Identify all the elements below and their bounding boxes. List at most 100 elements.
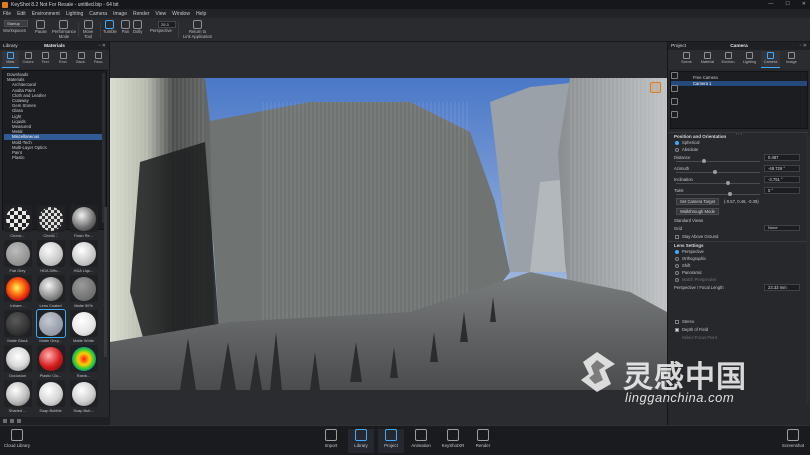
tab-environments[interactable]: Envi.: [55, 51, 72, 68]
view-list-icon[interactable]: [10, 419, 14, 423]
material-thumb[interactable]: Shaded ...: [2, 380, 33, 414]
azimuth-slider[interactable]: [676, 172, 760, 173]
material-thumb-selected[interactable]: Matte Grey...: [35, 309, 66, 344]
panel-controls[interactable]: ▫ ✕: [800, 43, 807, 49]
slider-knob[interactable]: [726, 181, 730, 185]
azimuth-input[interactable]: -49.726 °: [764, 165, 800, 172]
position-orientation-section[interactable]: Position and Orientation: [668, 132, 808, 139]
material-thumb[interactable]: HDA Liqu...: [68, 240, 99, 274]
material-thumb[interactable]: Matte White: [68, 310, 99, 344]
remove-camera-icon[interactable]: [671, 85, 678, 92]
tab-favorites[interactable]: Favo.: [90, 51, 107, 68]
material-thumb[interactable]: HDA Diffu...: [35, 240, 66, 274]
panoramic-radio[interactable]: Panoramic: [668, 269, 808, 276]
tab-material[interactable]: Material: [698, 51, 717, 68]
screenshot-button[interactable]: Screenshot: [780, 429, 806, 448]
menu-view[interactable]: View: [155, 11, 166, 17]
library-button[interactable]: Library: [348, 429, 374, 453]
material-thumb[interactable]: Check...: [2, 205, 33, 239]
material-thumb[interactable]: Lens Coated: [35, 275, 66, 309]
material-thumb[interactable]: Matte Black: [2, 310, 33, 344]
tab-scene[interactable]: Scene: [677, 51, 696, 68]
material-thumb[interactable]: Plastic Clo...: [35, 345, 66, 379]
slider-knob[interactable]: [702, 159, 706, 163]
import-button[interactable]: Import: [318, 429, 344, 448]
tab-camera[interactable]: Camera: [761, 51, 780, 68]
material-thumb[interactable]: Soap Bubble: [35, 380, 66, 414]
walkthrough-mode-button[interactable]: Walkthrough Mode: [676, 208, 719, 215]
animation-button[interactable]: Animation: [408, 429, 434, 448]
distance-input[interactable]: 0.487: [764, 154, 800, 161]
tab-environment[interactable]: Environ.: [719, 51, 738, 68]
menu-file[interactable]: File: [3, 11, 11, 17]
duplicate-camera-icon[interactable]: [671, 111, 678, 118]
tab-backplates[interactable]: Back.: [73, 51, 90, 68]
stereo-checkbox[interactable]: Stereo: [668, 318, 808, 326]
tree-scrollbar[interactable]: [102, 73, 105, 223]
slider-knob[interactable]: [713, 170, 717, 174]
menu-environment[interactable]: Environment: [32, 11, 60, 17]
performance-mode-button[interactable]: Performance Mode: [52, 20, 76, 40]
inclination-input[interactable]: -3.751 °: [764, 176, 800, 183]
shift-radio[interactable]: Shift: [668, 262, 808, 269]
minimize-button[interactable]: —: [768, 1, 773, 7]
panel-controls[interactable]: ▫ ✕: [99, 43, 106, 49]
material-thumb[interactable]: Soap Bub...: [68, 380, 99, 414]
pan-button[interactable]: Pan: [121, 20, 130, 40]
tumble-button[interactable]: Tumble: [103, 20, 117, 40]
stay-above-ground-checkbox[interactable]: Stay Above Ground: [668, 233, 808, 241]
material-thumb[interactable]: Matte 50%: [68, 275, 99, 309]
material-thumb[interactable]: Flash Re...: [68, 205, 99, 239]
distance-slider[interactable]: [676, 161, 760, 162]
thumbnails-scrollbar[interactable]: [104, 207, 107, 357]
tab-image[interactable]: Image: [782, 51, 801, 68]
camera-item-camera-1[interactable]: Camera 1: [671, 80, 807, 86]
menu-window[interactable]: Window: [172, 11, 190, 17]
maximize-button[interactable]: ☐: [785, 1, 789, 7]
project-button[interactable]: Project: [378, 429, 404, 453]
add-camera-icon[interactable]: [671, 72, 678, 79]
menu-help[interactable]: Help: [196, 11, 206, 17]
twist-slider[interactable]: [676, 194, 760, 195]
pause-button[interactable]: Pause: [35, 20, 47, 40]
lens-settings-section[interactable]: Lens Settings: [668, 241, 808, 248]
depth-of-field-checkbox[interactable]: Depth of Field: [668, 326, 808, 334]
menu-render[interactable]: Render: [133, 11, 149, 17]
material-thumb[interactable]: Rainb...: [68, 345, 99, 379]
return-to-link-button[interactable]: Return to Link Application: [183, 20, 212, 40]
material-thumb[interactable]: Occlusion: [2, 345, 33, 379]
render-button[interactable]: Render: [470, 429, 496, 448]
twist-input[interactable]: 0 °: [764, 187, 800, 194]
orthographic-radio[interactable]: Orthographic: [668, 255, 808, 262]
spherical-radio[interactable]: Spherical: [668, 139, 808, 146]
material-thumb[interactable]: Infrare...: [2, 275, 33, 309]
slider-knob[interactable]: [728, 192, 732, 196]
grid-dropdown[interactable]: None: [764, 225, 800, 231]
keyshotxr-button[interactable]: KeyShotXR: [440, 429, 466, 448]
inclination-slider[interactable]: [676, 183, 760, 184]
fps-field[interactable]: 25.3: [158, 21, 176, 28]
view-grid-icon[interactable]: [3, 419, 7, 423]
tab-lighting[interactable]: Lighting: [740, 51, 759, 68]
menu-edit[interactable]: Edit: [17, 11, 26, 17]
tab-materials[interactable]: Mats: [2, 51, 19, 68]
tab-textures[interactable]: Text.: [37, 51, 54, 68]
studio-icon[interactable]: [650, 82, 661, 93]
perspective-radio[interactable]: Perspective: [668, 248, 808, 255]
workspace-dropdown[interactable]: Startup: [4, 20, 28, 27]
material-thumb[interactable]: Flat Grey: [2, 240, 33, 274]
dolly-button[interactable]: Dolly: [133, 20, 142, 40]
set-camera-target-button[interactable]: Set Camera Target: [676, 198, 720, 205]
tab-colors[interactable]: Colors: [20, 51, 37, 68]
cloud-library-button[interactable]: Cloud Library: [4, 429, 30, 448]
menu-camera[interactable]: Camera: [89, 11, 107, 17]
move-tool-button[interactable]: Move Tool: [83, 20, 93, 40]
close-button[interactable]: ✕: [802, 1, 806, 7]
absolute-radio[interactable]: Absolute: [668, 146, 808, 153]
thumb-size-icon[interactable]: [17, 419, 21, 423]
lock-camera-icon[interactable]: [671, 98, 678, 105]
tree-item[interactable]: Plastic: [4, 155, 105, 160]
menu-lighting[interactable]: Lighting: [66, 11, 84, 17]
match-perspective-radio[interactable]: Match Perspective: [668, 276, 808, 283]
menu-image[interactable]: Image: [113, 11, 127, 17]
